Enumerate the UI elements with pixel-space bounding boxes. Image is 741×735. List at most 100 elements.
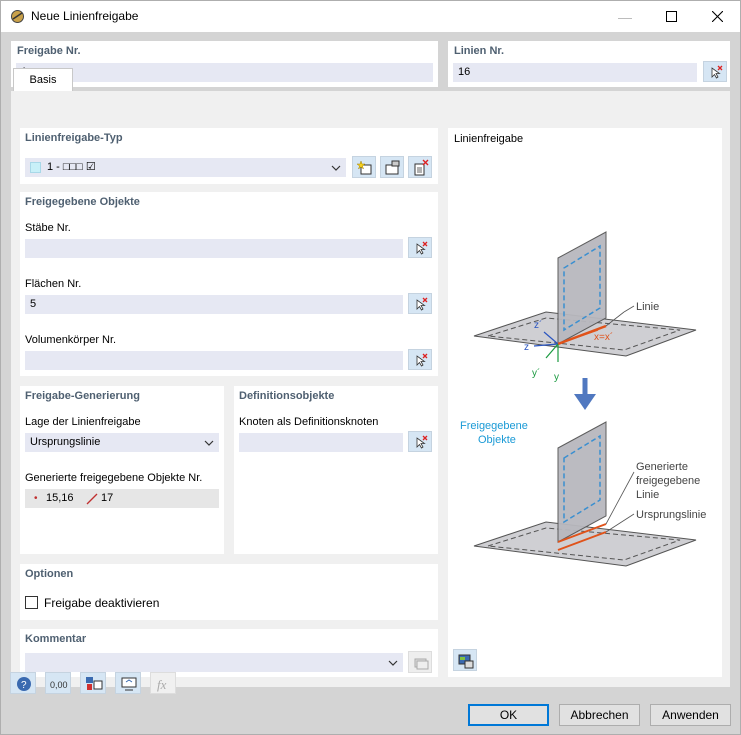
lines-no-field[interactable]: 16 bbox=[453, 63, 697, 82]
new-star-icon bbox=[356, 160, 372, 175]
diagram-title: Linienfreigabe bbox=[454, 133, 524, 145]
image-settings-icon bbox=[458, 654, 474, 669]
generation-section-label: Freigabe-Generierung bbox=[25, 390, 140, 402]
type-value: 1 - □□□ ☑ bbox=[47, 161, 96, 173]
pick-members-button[interactable] bbox=[408, 237, 432, 258]
release-no-field[interactable]: 1 bbox=[16, 63, 433, 82]
delete-type-button[interactable] bbox=[408, 156, 432, 178]
diagram-panel: Linienfreigabe Linie z´ z y´ y x=x´ Frei… bbox=[448, 128, 722, 677]
label-origin: Ursprungslinie bbox=[636, 509, 706, 521]
generated-lines-value: 17 bbox=[101, 492, 114, 504]
release-no-panel: Freigabe Nr. 1 bbox=[11, 41, 438, 87]
chevron-down-icon bbox=[331, 165, 341, 171]
label-xx: x=x´ bbox=[594, 331, 613, 343]
position-value: Ursprungslinie bbox=[30, 436, 101, 448]
cancel-button[interactable]: Abbrechen bbox=[559, 704, 640, 726]
position-dropdown[interactable]: Ursprungslinie bbox=[25, 433, 219, 452]
nodes-label: Knoten als Definitionsknoten bbox=[239, 416, 379, 428]
options-section-label: Optionen bbox=[25, 568, 74, 580]
title-bar: Neue Linienfreigabe — bbox=[1, 1, 740, 32]
units-button[interactable]: 0,00 bbox=[45, 672, 71, 694]
comment-section: Kommentar bbox=[20, 629, 438, 677]
diagram-settings-button[interactable] bbox=[453, 649, 477, 671]
label-released-1: Freigegebene bbox=[460, 420, 528, 432]
type-section-label: Linienfreigabe-Typ bbox=[25, 132, 123, 144]
label-released-2: Objekte bbox=[478, 434, 516, 446]
definition-section-label: Definitionsobjekte bbox=[239, 390, 335, 402]
pick-solids-button[interactable] bbox=[408, 349, 432, 370]
pick-cursor-icon bbox=[416, 435, 428, 449]
label-linie: Linie bbox=[636, 301, 659, 313]
lines-no-panel: Linien Nr. 16 bbox=[448, 41, 730, 87]
generation-section: Freigabe-Generierung Lage der Linienfrei… bbox=[20, 386, 224, 554]
tab-basis[interactable]: Basis bbox=[13, 68, 73, 92]
pick-nodes-button[interactable] bbox=[408, 431, 432, 452]
definition-section: Definitionsobjekte Knoten als Definition… bbox=[234, 386, 438, 554]
line-icon bbox=[86, 493, 98, 505]
position-label: Lage der Linienfreigabe bbox=[25, 416, 141, 428]
svg-text:0,00: 0,00 bbox=[50, 680, 68, 690]
surfaces-label: Flächen Nr. bbox=[25, 278, 82, 290]
label-generated-3: Linie bbox=[636, 489, 659, 501]
solids-label: Volumenkörper Nr. bbox=[25, 334, 117, 346]
objects-section: Freigegebene Objekte Stäbe Nr. Flächen N… bbox=[20, 192, 438, 376]
label-generated-1: Generierte bbox=[636, 461, 688, 473]
app-icon bbox=[11, 10, 24, 23]
comment-section-label: Kommentar bbox=[25, 633, 87, 645]
window-title: Neue Linienfreigabe bbox=[31, 9, 139, 23]
minimize-icon[interactable]: — bbox=[602, 1, 648, 32]
svg-text:?: ? bbox=[21, 680, 27, 691]
lines-no-label: Linien Nr. bbox=[454, 45, 505, 57]
maximize-icon[interactable] bbox=[648, 1, 694, 32]
line-release-diagram: Linie z´ z y´ y x=x´ Freigegebene Objekt… bbox=[460, 231, 706, 567]
generated-objects-field: • 15,16 17 bbox=[25, 489, 219, 508]
label-y1: y´ bbox=[532, 367, 540, 379]
comment-history-icon bbox=[414, 658, 429, 670]
chevron-down-icon bbox=[388, 660, 398, 666]
pick-cursor-icon bbox=[711, 65, 723, 79]
pick-lines-button[interactable] bbox=[703, 61, 727, 82]
label-z1: z´ bbox=[534, 319, 542, 331]
monitor-icon bbox=[121, 677, 137, 691]
display-button[interactable] bbox=[80, 672, 106, 694]
members-label: Stäbe Nr. bbox=[25, 222, 71, 234]
objects-section-label: Freigegebene Objekte bbox=[25, 196, 140, 208]
comment-dropdown[interactable] bbox=[25, 653, 403, 672]
formula-button[interactable]: fx bbox=[150, 672, 176, 694]
surfaces-field[interactable]: 5 bbox=[25, 295, 403, 314]
type-section: Linienfreigabe-Typ 1 - □□□ ☑ bbox=[20, 128, 438, 184]
generated-label: Generierte freigegebene Objekte Nr. bbox=[25, 472, 203, 484]
new-type-button[interactable] bbox=[352, 156, 376, 178]
type-dropdown[interactable]: 1 - □□□ ☑ bbox=[25, 158, 346, 177]
apply-button[interactable]: Anwenden bbox=[650, 704, 731, 726]
arrow-down-icon bbox=[574, 394, 596, 410]
display-icon bbox=[86, 677, 103, 690]
help-icon: ? bbox=[17, 677, 31, 691]
members-field[interactable] bbox=[25, 239, 403, 258]
comment-history-button[interactable] bbox=[408, 651, 432, 673]
edit-icon bbox=[385, 160, 400, 175]
close-icon[interactable] bbox=[694, 1, 740, 32]
label-z: z bbox=[524, 342, 529, 353]
dialog-window: Neue Linienfreigabe — Freigabe Nr. 1 Lin… bbox=[0, 0, 741, 735]
svg-text:fx: fx bbox=[157, 677, 167, 692]
node-dot-icon: • bbox=[34, 493, 38, 504]
type-color-swatch bbox=[30, 162, 41, 173]
pick-cursor-icon bbox=[416, 297, 428, 311]
label-generated-2: freigegebene bbox=[636, 475, 700, 487]
decimal-icon: 0,00 bbox=[50, 680, 68, 690]
deactivate-label: Freigabe deaktivieren bbox=[44, 596, 160, 610]
solids-field[interactable] bbox=[25, 351, 403, 370]
help-button[interactable]: ? bbox=[10, 672, 36, 694]
ok-button[interactable]: OK bbox=[468, 704, 549, 726]
generated-nodes-value: 15,16 bbox=[46, 492, 74, 504]
pick-cursor-icon bbox=[416, 241, 428, 255]
view-button[interactable] bbox=[115, 672, 141, 694]
edit-type-button[interactable] bbox=[380, 156, 404, 178]
pick-surfaces-button[interactable] bbox=[408, 293, 432, 314]
label-y: y bbox=[554, 372, 559, 383]
deactivate-checkbox[interactable] bbox=[25, 596, 38, 609]
delete-doc-icon bbox=[414, 159, 429, 176]
pick-cursor-icon bbox=[416, 353, 428, 367]
nodes-field[interactable] bbox=[239, 433, 403, 452]
